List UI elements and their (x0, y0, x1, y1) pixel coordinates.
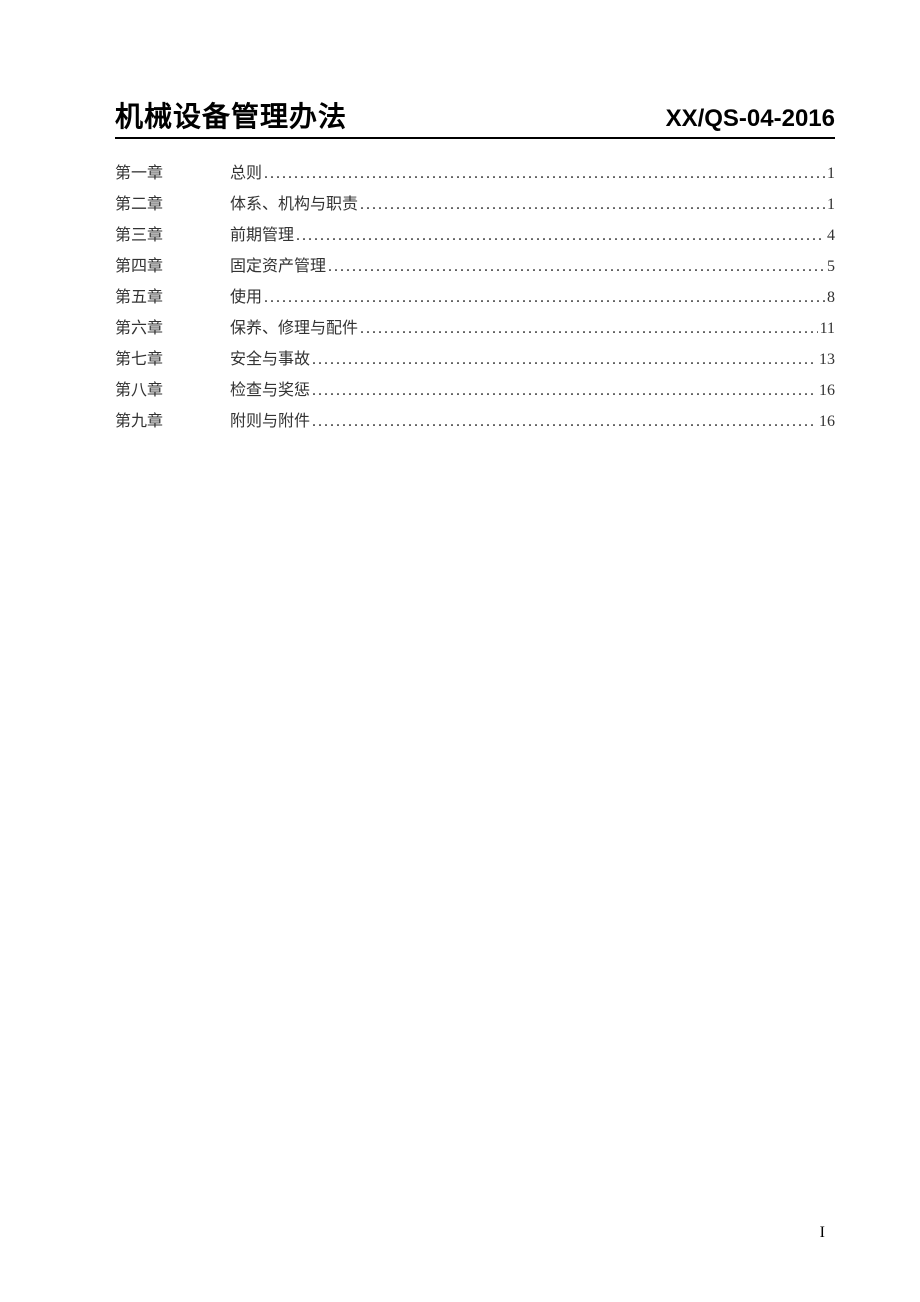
toc-item-name: 检查与奖惩 (230, 376, 312, 400)
toc-chapter-label: 第二章 (115, 190, 230, 214)
toc-row: 第七章 安全与事故 13 (115, 345, 835, 376)
page-number: I (820, 1224, 825, 1242)
toc-page-number: 16 (817, 413, 835, 431)
toc-row: 第八章 检查与奖惩 16 (115, 376, 835, 407)
toc-row: 第九章 附则与附件 16 (115, 407, 835, 438)
toc-page-number: 8 (825, 289, 835, 307)
toc-item-name: 保养、修理与配件 (230, 314, 360, 338)
toc-entry: 固定资产管理 5 (230, 252, 835, 276)
toc-entry: 使用 8 (230, 283, 835, 307)
toc-page-number: 1 (825, 165, 835, 183)
toc-chapter-label: 第五章 (115, 283, 230, 307)
toc-chapter-label: 第九章 (115, 407, 230, 431)
toc-page-number: 11 (818, 320, 835, 338)
toc-entry: 前期管理 4 (230, 221, 835, 245)
toc-row: 第一章 总则 1 (115, 159, 835, 190)
toc-entry: 保养、修理与配件 11 (230, 314, 835, 338)
toc-item-name: 使用 (230, 283, 264, 307)
toc-chapter-label: 第四章 (115, 252, 230, 276)
toc-leader-dots (328, 258, 825, 276)
toc-row: 第六章 保养、修理与配件 11 (115, 314, 835, 345)
toc-leader-dots (264, 165, 825, 183)
toc-page-number: 13 (817, 351, 835, 369)
toc-leader-dots (264, 289, 825, 307)
toc-leader-dots (296, 227, 825, 245)
toc-entry: 体系、机构与职责 1 (230, 190, 835, 214)
toc-row: 第四章 固定资产管理 5 (115, 252, 835, 283)
toc-row: 第五章 使用 8 (115, 283, 835, 314)
toc-item-name: 安全与事故 (230, 345, 312, 369)
page-header: 机械设备管理办法 XX/QS-04-2016 (115, 95, 835, 139)
toc-page-number: 5 (825, 258, 835, 276)
toc-entry: 附则与附件 16 (230, 407, 835, 431)
document-page: 机械设备管理办法 XX/QS-04-2016 第一章 总则 1 第二章 体系、机… (0, 0, 920, 1302)
toc-leader-dots (312, 382, 817, 400)
toc-chapter-label: 第一章 (115, 159, 230, 183)
toc-leader-dots (360, 320, 818, 338)
toc-row: 第三章 前期管理 4 (115, 221, 835, 252)
toc-item-name: 体系、机构与职责 (230, 190, 360, 214)
toc-chapter-label: 第三章 (115, 221, 230, 245)
toc-entry: 总则 1 (230, 159, 835, 183)
table-of-contents: 第一章 总则 1 第二章 体系、机构与职责 1 第三章 前期管理 4 (115, 159, 835, 438)
toc-item-name: 附则与附件 (230, 407, 312, 431)
toc-row: 第二章 体系、机构与职责 1 (115, 190, 835, 221)
toc-item-name: 固定资产管理 (230, 252, 328, 276)
toc-chapter-label: 第六章 (115, 314, 230, 338)
toc-leader-dots (312, 351, 817, 369)
document-code: XX/QS-04-2016 (666, 105, 835, 133)
toc-entry: 检查与奖惩 16 (230, 376, 835, 400)
toc-item-name: 总则 (230, 159, 264, 183)
toc-page-number: 1 (825, 196, 835, 214)
toc-page-number: 16 (817, 382, 835, 400)
toc-page-number: 4 (825, 227, 835, 245)
toc-leader-dots (312, 413, 817, 431)
document-title: 机械设备管理办法 (115, 95, 347, 135)
toc-item-name: 前期管理 (230, 221, 296, 245)
toc-leader-dots (360, 196, 825, 214)
toc-chapter-label: 第八章 (115, 376, 230, 400)
toc-chapter-label: 第七章 (115, 345, 230, 369)
toc-entry: 安全与事故 13 (230, 345, 835, 369)
